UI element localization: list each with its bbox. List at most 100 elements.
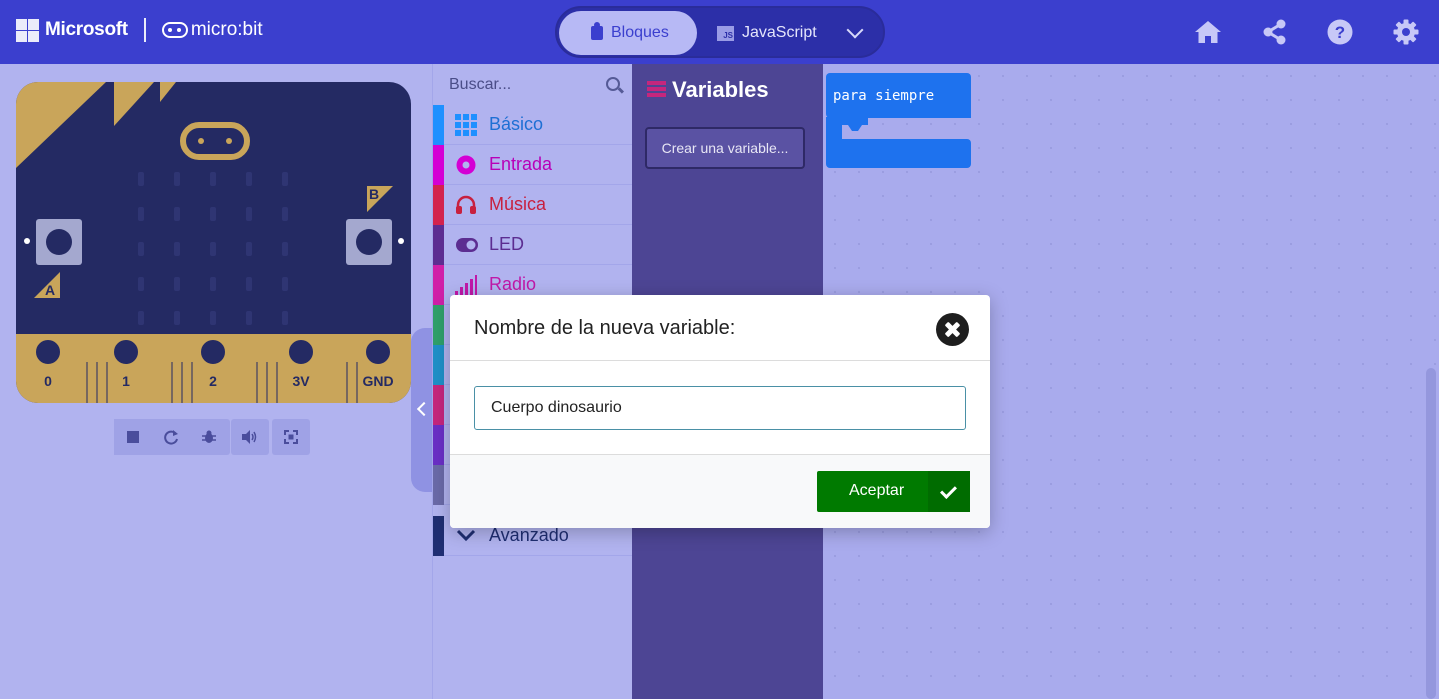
brand-divider: [143, 18, 146, 42]
pin-label-3v: 3V: [292, 373, 310, 389]
stop-icon: [126, 431, 139, 443]
search-input[interactable]: [433, 64, 633, 105]
chevron-down-icon[interactable]: [846, 21, 864, 39]
variable-name-input[interactable]: [474, 386, 966, 430]
category-label: Radio: [489, 274, 537, 294]
microbit-simulator[interactable]: A B 0 1 2 3V GND: [16, 82, 411, 403]
category-led[interactable]: LED: [433, 225, 633, 265]
microbit-logo[interactable]: [180, 122, 250, 160]
variables-icon: [647, 81, 666, 100]
category-color-bar: [433, 265, 444, 305]
forever-block[interactable]: para siempre: [826, 73, 971, 168]
button-a-indicator: [24, 238, 30, 244]
share-icon[interactable]: [1261, 18, 1289, 46]
category-label: LED: [489, 234, 525, 254]
pin-2[interactable]: [195, 334, 231, 370]
edge-stripe: [181, 362, 183, 403]
category-label: Música: [489, 194, 547, 214]
button-a[interactable]: [36, 219, 82, 265]
close-icon[interactable]: [936, 313, 969, 346]
led: [282, 242, 288, 256]
collapse-simulator-handle[interactable]: [411, 328, 433, 492]
pin-label-1: 1: [122, 373, 130, 389]
chevron-down-icon: [456, 529, 476, 542]
category-music[interactable]: Música: [433, 185, 633, 225]
led: [210, 311, 216, 325]
mute-button[interactable]: [231, 419, 269, 455]
led: [210, 277, 216, 291]
button-b[interactable]: [346, 219, 392, 265]
pin-label-gnd: GND: [362, 373, 394, 389]
accept-label: Aceptar: [849, 482, 905, 499]
flyout-title: Variables: [672, 77, 769, 102]
led: [174, 242, 180, 256]
category-basic[interactable]: Básico: [433, 105, 633, 145]
pin-1[interactable]: [108, 334, 144, 370]
create-variable-button[interactable]: Crear una variable...: [645, 127, 805, 169]
grid-icon: [455, 114, 477, 136]
category-color-bar: [433, 465, 444, 505]
top-bar: Microsoft micro:bit Bloques JS JavaScrip…: [0, 0, 1439, 64]
home-icon[interactable]: [1194, 18, 1222, 46]
blocks-mode-label: Bloques: [611, 24, 669, 41]
microbit-logo-icon: [161, 22, 188, 38]
new-variable-dialog: Nombre de la nueva variable: Aceptar: [450, 295, 990, 528]
led: [246, 172, 252, 186]
restart-button[interactable]: [152, 419, 189, 455]
fullscreen-button[interactable]: [272, 419, 310, 455]
category-color-bar: [433, 305, 444, 345]
pin-0[interactable]: [30, 334, 66, 370]
led: [282, 311, 288, 325]
category-input[interactable]: Entrada: [433, 145, 633, 185]
led: [282, 207, 288, 221]
dialog-footer: Aceptar: [450, 454, 990, 528]
led: [174, 277, 180, 291]
blocks-mode-button[interactable]: Bloques: [559, 11, 697, 55]
pin-3v[interactable]: [283, 334, 319, 370]
editor-mode-toggle: Bloques JS JavaScript: [555, 6, 885, 58]
category-color-bar: [433, 145, 444, 185]
led: [246, 311, 252, 325]
pin-gnd[interactable]: [360, 334, 396, 370]
help-icon[interactable]: ?: [1326, 18, 1354, 46]
toolbox-search: [433, 64, 633, 105]
edge-stripe: [256, 362, 258, 403]
category-label: Básico: [489, 114, 544, 134]
help-glyph: ?: [1335, 23, 1345, 42]
button-a-label: A: [45, 282, 56, 298]
category-color-bar: [433, 425, 444, 465]
check-icon: [928, 471, 970, 512]
restart-icon: [163, 430, 178, 445]
led: [210, 242, 216, 256]
dialog-title: Nombre de la nueva variable:: [474, 317, 736, 339]
category-color-bar: [433, 385, 444, 425]
speaker-icon: [242, 430, 257, 444]
edge-stripe: [276, 362, 278, 403]
led: [246, 242, 252, 256]
microsoft-name: Microsoft: [45, 19, 128, 40]
edge-stripe: [106, 362, 108, 403]
category-color-bar: [433, 185, 444, 225]
brand[interactable]: Microsoft micro:bit: [16, 18, 263, 42]
search-icon[interactable]: [606, 77, 620, 91]
edge-stripe: [171, 362, 173, 403]
edge-stripe: [191, 362, 193, 403]
led: [174, 311, 180, 325]
category-color-bar: [433, 516, 444, 556]
javascript-mode-button[interactable]: JS JavaScript: [717, 11, 817, 55]
signal-icon: [455, 275, 477, 296]
pin-label-0: 0: [44, 373, 52, 389]
category-color-bar: [433, 225, 444, 265]
javascript-mode-label: JavaScript: [742, 24, 817, 41]
debug-button[interactable]: [190, 419, 227, 455]
stop-button[interactable]: [114, 419, 151, 455]
headphones-icon: [456, 195, 476, 214]
pin-label-2: 2: [209, 373, 217, 389]
workspace-scrollbar[interactable]: [1426, 368, 1436, 699]
dialog-header: Nombre de la nueva variable:: [450, 295, 990, 361]
block-notch: [842, 117, 868, 131]
accept-button[interactable]: Aceptar: [817, 471, 970, 512]
settings-icon[interactable]: [1392, 18, 1420, 46]
led: [210, 172, 216, 186]
edge-stripe: [96, 362, 98, 403]
